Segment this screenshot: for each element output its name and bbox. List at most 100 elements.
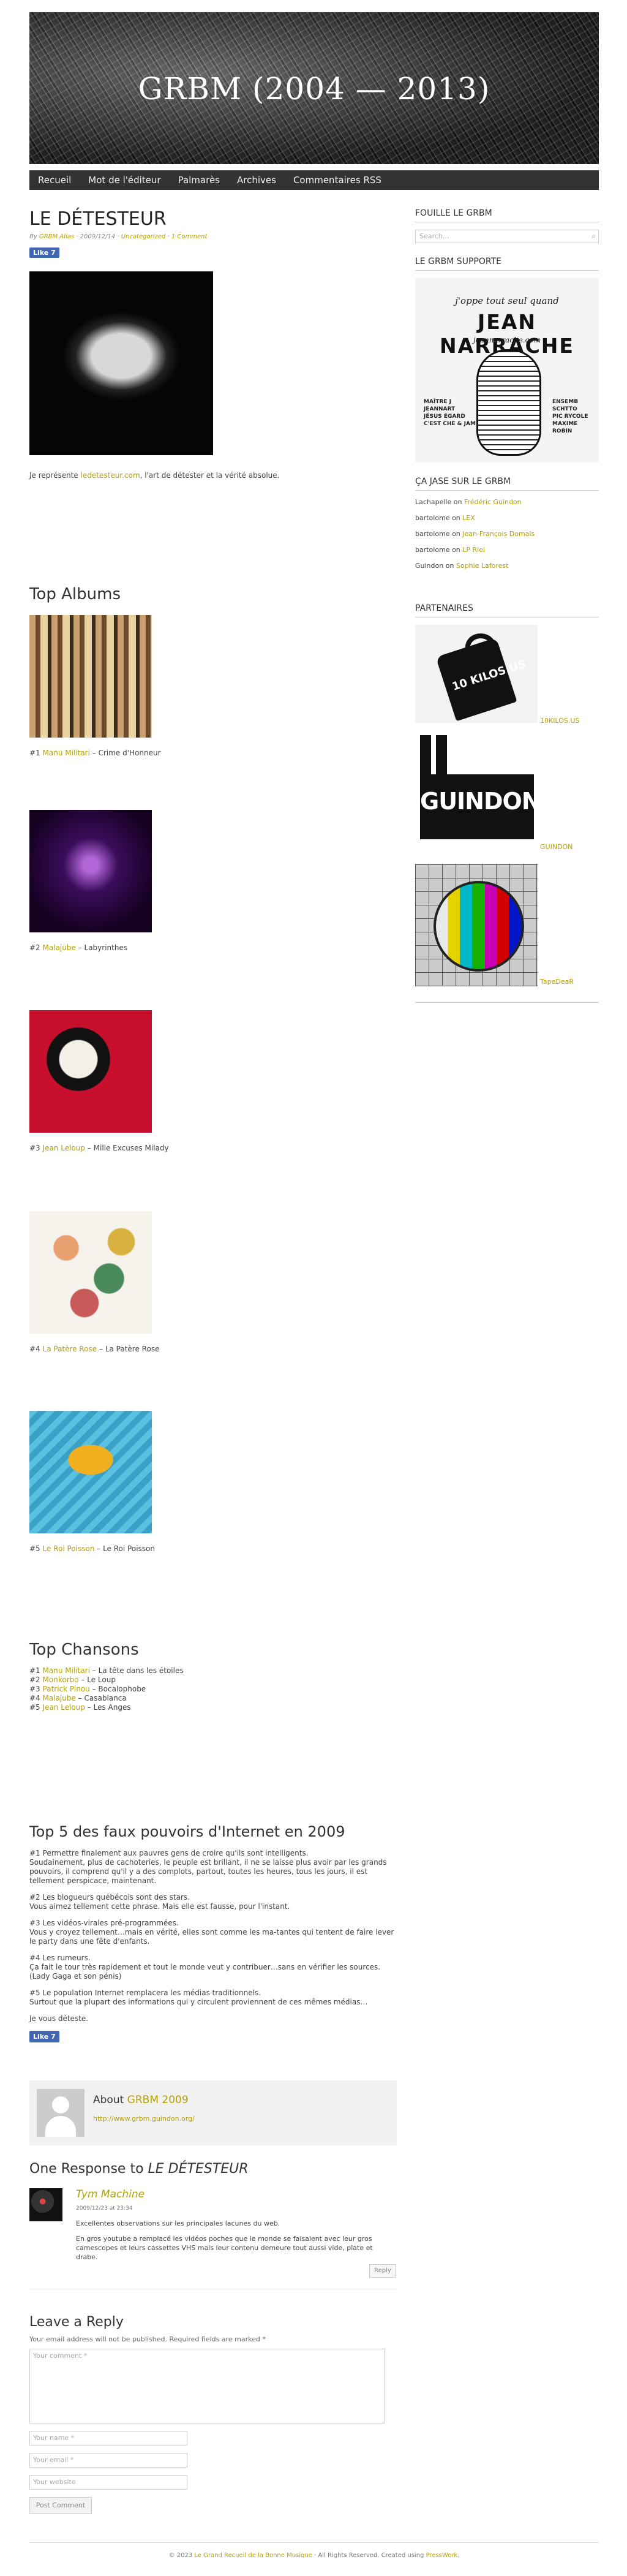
- name-field[interactable]: Your name *: [29, 2431, 187, 2446]
- list-item: #2 Les blogueurs québécois sont des star…: [29, 1893, 397, 1911]
- nav-item-mot-editeur[interactable]: Mot de l'éditeur: [80, 170, 169, 190]
- album-cover-4: [29, 1211, 152, 1334]
- comment-target-link[interactable]: Jean-François Domais: [462, 530, 535, 538]
- footer-divider: [29, 2542, 599, 2543]
- supporte-widget-title: LE GRBM SUPPORTE: [415, 257, 599, 271]
- required-fields-note: Your email address will not be published…: [29, 2335, 266, 2343]
- footer-site-link[interactable]: Le Grand Recueil de la Bonne Musique: [194, 2552, 312, 2559]
- song-artist-link[interactable]: Malajube: [43, 1694, 76, 1702]
- nav-item-palmares[interactable]: Palmarès: [170, 170, 228, 190]
- post-comment-button[interactable]: Post Comment: [29, 2497, 92, 2514]
- song-rank: #1: [29, 1666, 40, 1675]
- poster-credit: JÉSUS ÉGARD: [424, 414, 465, 420]
- author-name-link[interactable]: GRBM 2009: [127, 2094, 189, 2106]
- email-field[interactable]: Your email *: [29, 2453, 187, 2468]
- comment-date[interactable]: 2009/12/23 at 23:34: [76, 2205, 133, 2212]
- comment-target-link[interactable]: Frédéric Guindon: [464, 498, 522, 506]
- partner-10kilos[interactable]: 10 KILOS.US 10KILOS.US: [415, 625, 599, 735]
- post-author-link[interactable]: GRBM Alias: [39, 233, 74, 240]
- commenter-name: bartolome: [415, 530, 450, 538]
- album-artist-link[interactable]: Jean Leloup: [43, 1144, 85, 1152]
- list-item: #3 Les vidéos-virales pré-programmées. Vo…: [29, 1919, 397, 1946]
- album-title: Le Roi Poisson: [103, 1544, 155, 1553]
- poster-credit: ENSEMB: [552, 399, 579, 405]
- jase-widget-title: ÇA JASE SUR LE GRBM: [415, 477, 599, 491]
- song-artist-link[interactable]: Manu Militari: [43, 1666, 90, 1675]
- site-header-banner[interactable]: GRBM (2004 — 2013): [29, 12, 599, 164]
- footer-copyright: © 2023: [168, 2552, 195, 2559]
- author-url-link[interactable]: http://www.grbm.guindon.org/: [93, 2115, 195, 2123]
- website-field[interactable]: Your website: [29, 2475, 187, 2490]
- post-title: LE DÉTESTEUR: [29, 208, 167, 230]
- album-rank: #1: [29, 749, 40, 757]
- item-text: Vous y croyez tellement…mais en vérité, …: [29, 1928, 394, 1946]
- responses-heading-prefix: One Response to: [29, 2161, 148, 2177]
- faux-pouvoirs-heading: Top 5 des faux pouvoirs d'Internet en 20…: [29, 1823, 345, 1840]
- partner-tapedear[interactable]: TapeDeaR: [415, 864, 599, 999]
- partner-link-tapedear[interactable]: TapeDeaR: [540, 978, 574, 986]
- nav-item-rss[interactable]: Commentaires RSS: [285, 170, 390, 190]
- 10kilos-logo[interactable]: 10 KILOS.US: [415, 625, 538, 723]
- facebook-like-button-2[interactable]: Like 7: [29, 2031, 59, 2042]
- post-comments-link[interactable]: 1 Comment: [171, 233, 208, 240]
- poster-left-credits: MAÎTRE J JEANNART JÉSUS ÉGARD C'EST CHE …: [424, 398, 476, 428]
- list-item: Guindon on Sophie Laforest: [415, 558, 599, 574]
- top-chansons-heading: Top Chansons: [29, 1641, 139, 1659]
- item-title: #4 Les rumeurs.: [29, 1954, 91, 1962]
- list-item: #5 Le population Internet remplacera les…: [29, 1989, 397, 2007]
- poster-right-credits: ENSEMB SCHTTO PIC RYCOLE MAXIME ROBIN: [552, 398, 599, 435]
- comment-target-link[interactable]: LEX: [462, 514, 475, 522]
- footer-theme-link[interactable]: PressWork: [426, 2552, 458, 2559]
- album-artist-link[interactable]: La Patère Rose: [43, 1345, 97, 1353]
- comment-author-link[interactable]: Tym Machine: [76, 2188, 145, 2200]
- search-placeholder: Search...: [419, 232, 449, 240]
- commenter-avatar: [29, 2188, 62, 2221]
- song-rank: #5: [29, 1703, 40, 1712]
- comment-on-word: on: [452, 514, 460, 522]
- commenter-name: bartolome: [415, 546, 450, 554]
- guindon-logo[interactable]: GUINDON: [415, 735, 541, 852]
- post-intro: Je représente ledetesteur.com, l'art de …: [29, 471, 397, 480]
- test-card-circle-icon: [434, 881, 524, 972]
- album-artist-link[interactable]: Malajube: [43, 943, 76, 952]
- album-artist-link[interactable]: Manu Militari: [43, 749, 90, 757]
- commenter-name: Lachapelle: [415, 498, 452, 506]
- test-card-logo[interactable]: [415, 864, 538, 986]
- nav-item-recueil[interactable]: Recueil: [29, 170, 80, 190]
- list-item: #1 Manu Militari – La tête dans les étoi…: [29, 1666, 184, 1675]
- comment-body: Excellentes observations sur les princip…: [76, 2219, 394, 2268]
- search-input[interactable]: Search... ⌕: [415, 230, 599, 243]
- list-item: bartolome on Jean-François Domais: [415, 526, 599, 542]
- partner-link-10kilos[interactable]: 10KILOS.US: [540, 717, 579, 725]
- album-item: #2 Malajube – Labyrinthes: [29, 810, 152, 952]
- album-cover-1: [29, 615, 152, 738]
- comment-target-link[interactable]: Sophie Laforest: [456, 562, 509, 570]
- reply-button[interactable]: Reply: [369, 2264, 396, 2278]
- jean-narrache-poster[interactable]: j'oppe tout seul quand JEAN NARRACHE jea…: [415, 278, 599, 462]
- comment-paragraph: Excellentes observations sur les princip…: [76, 2219, 280, 2227]
- album-rank: #2: [29, 943, 40, 952]
- nav-item-archives[interactable]: Archives: [228, 170, 285, 190]
- footer-middle: · All Rights Reserved. Created using: [312, 2552, 426, 2559]
- album-artist-link[interactable]: Le Roi Poisson: [43, 1544, 95, 1553]
- post-intro-suffix: , l'art de détester et la vérité absolue…: [140, 471, 280, 480]
- post-intro-link[interactable]: ledetesteur.com: [81, 471, 140, 480]
- search-icon[interactable]: ⌕: [591, 232, 596, 241]
- song-artist-link[interactable]: Patrick Pinou: [43, 1685, 90, 1693]
- post-category-link[interactable]: Uncategorized: [121, 233, 165, 240]
- album-title: La Patère Rose: [105, 1345, 160, 1353]
- item-title: #3 Les vidéos-virales pré-programmées.: [29, 1919, 179, 1927]
- song-artist-link[interactable]: Jean Leloup: [43, 1703, 85, 1712]
- comment-textarea[interactable]: Your comment *: [29, 2349, 385, 2423]
- partner-guindon[interactable]: GUINDON GUINDON: [415, 735, 599, 864]
- partner-link-guindon[interactable]: GUINDON: [540, 843, 573, 851]
- facebook-like-button[interactable]: Like 7: [29, 247, 59, 258]
- item-title: #2 Les blogueurs québécois sont des star…: [29, 1893, 190, 1902]
- post-meta-by: By: [29, 233, 37, 240]
- site-title[interactable]: GRBM (2004 — 2013): [29, 71, 599, 107]
- comment-on-word: on: [452, 530, 460, 538]
- comment-target-link[interactable]: LP Riel: [462, 546, 485, 554]
- album-caption: #2 Malajube – Labyrinthes: [29, 943, 128, 952]
- song-artist-link[interactable]: Monkorbo: [43, 1675, 79, 1684]
- album-cover-5: [29, 1411, 152, 1533]
